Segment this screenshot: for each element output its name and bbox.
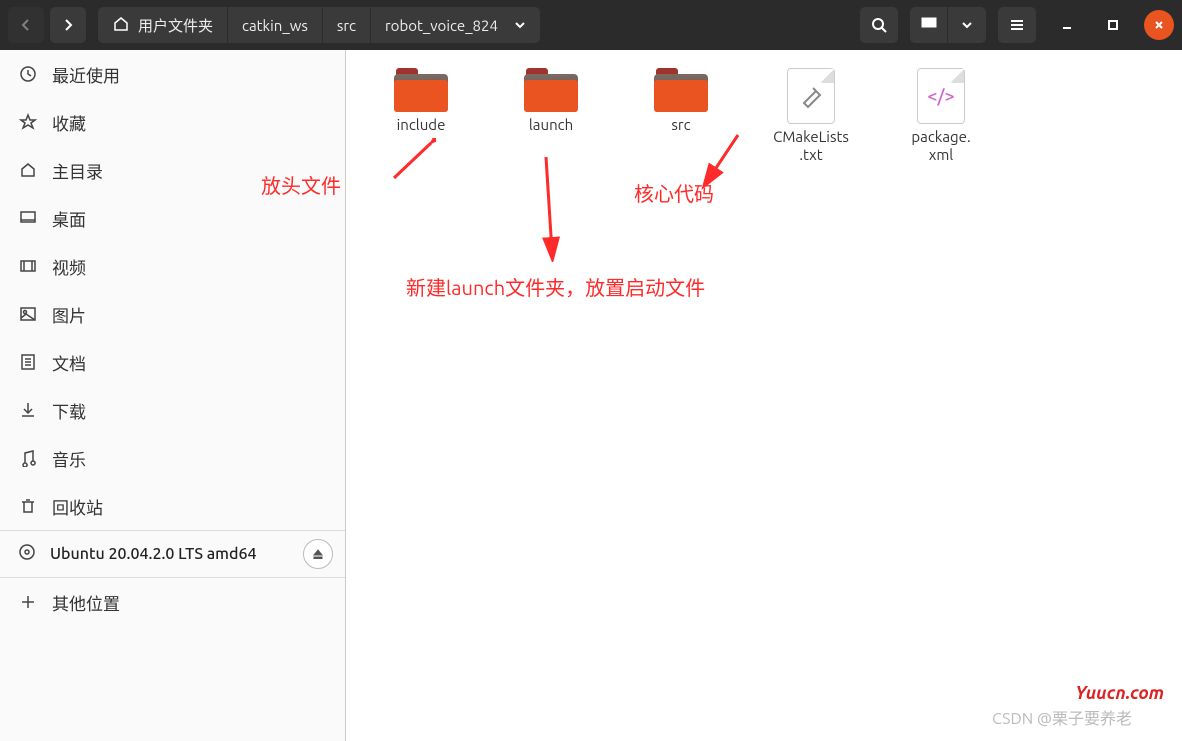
- breadcrumb: 用户文件夹 catkin_ws src robot_voice_824: [98, 7, 540, 43]
- breadcrumb-seg-3[interactable]: robot_voice_824: [371, 7, 540, 43]
- sidebar-item-videos[interactable]: 视频: [0, 242, 345, 290]
- window-maximize-button[interactable]: [1098, 10, 1128, 40]
- disc-icon: [18, 543, 36, 565]
- music-icon: [18, 449, 38, 467]
- sidebar-item-other[interactable]: 其他位置: [0, 578, 345, 626]
- folder-icon: [654, 68, 708, 112]
- sidebar-item-downloads[interactable]: 下载: [0, 386, 345, 434]
- home-icon: [112, 15, 130, 36]
- sidebar-item-starred[interactable]: 收藏: [0, 98, 345, 146]
- window-minimize-button[interactable]: [1052, 10, 1082, 40]
- sidebar-item-desktop[interactable]: 桌面: [0, 194, 345, 242]
- code-file-icon: </>: [917, 68, 965, 124]
- search-button[interactable]: [860, 7, 898, 43]
- folder-icon: [394, 68, 448, 112]
- chevron-down-icon: [514, 17, 526, 34]
- file-package-xml[interactable]: </> package.xml: [896, 68, 986, 164]
- video-icon: [18, 257, 38, 275]
- image-icon: [18, 305, 38, 323]
- home-icon: [18, 161, 38, 179]
- doc-icon: [18, 353, 38, 371]
- window-close-button[interactable]: [1144, 10, 1174, 40]
- titlebar: 用户文件夹 catkin_ws src robot_voice_824: [0, 0, 1182, 50]
- annotation-2: 新建launch文件夹，放置启动文件: [406, 272, 705, 301]
- plus-icon: [18, 593, 38, 611]
- folder-launch[interactable]: launch: [506, 68, 596, 164]
- grid-view-button[interactable]: [910, 7, 948, 43]
- view-options-button[interactable]: [948, 7, 986, 43]
- star-icon: [18, 113, 38, 131]
- watermark: Yuucn.com: [1075, 683, 1164, 703]
- desktop-icon: [18, 209, 38, 227]
- sidebar-item-recent[interactable]: 最近使用: [0, 50, 345, 98]
- annotation-arrow: [698, 130, 748, 190]
- hamburger-menu-button[interactable]: [998, 7, 1036, 43]
- build-file-icon: [787, 68, 835, 124]
- view-toggle: [910, 7, 986, 43]
- sidebar: 最近使用 收藏 主目录 桌面 视频 图片 文档 下载 音乐 回收站 Ubuntu…: [0, 50, 346, 741]
- sidebar-item-documents[interactable]: 文档: [0, 338, 345, 386]
- sidebar-item-pictures[interactable]: 图片: [0, 290, 345, 338]
- sidebar-item-trash[interactable]: 回收站: [0, 482, 345, 530]
- file-view[interactable]: include launch src CMakeLists.txt </> pa…: [346, 50, 1182, 741]
- sidebar-disk[interactable]: Ubuntu 20.04.2.0 LTS amd64: [0, 530, 345, 578]
- eject-button[interactable]: [303, 539, 333, 569]
- nav-forward-button[interactable]: [50, 7, 86, 43]
- nav-back-button[interactable]: [8, 7, 44, 43]
- folder-icon: [524, 68, 578, 112]
- download-icon: [18, 401, 38, 419]
- trash-icon: [18, 497, 38, 515]
- watermark: CSDN @栗子要养老: [992, 705, 1132, 729]
- breadcrumb-seg-1[interactable]: catkin_ws: [228, 7, 323, 43]
- sidebar-item-music[interactable]: 音乐: [0, 434, 345, 482]
- breadcrumb-home[interactable]: 用户文件夹: [98, 7, 228, 43]
- annotation-arrow: [534, 152, 564, 262]
- breadcrumb-home-label: 用户文件夹: [138, 15, 213, 36]
- annotation-arrow: [386, 138, 436, 188]
- breadcrumb-seg-2[interactable]: src: [323, 7, 371, 43]
- sidebar-item-home[interactable]: 主目录: [0, 146, 345, 194]
- file-cmakelists[interactable]: CMakeLists.txt: [766, 68, 856, 164]
- clock-icon: [18, 65, 38, 83]
